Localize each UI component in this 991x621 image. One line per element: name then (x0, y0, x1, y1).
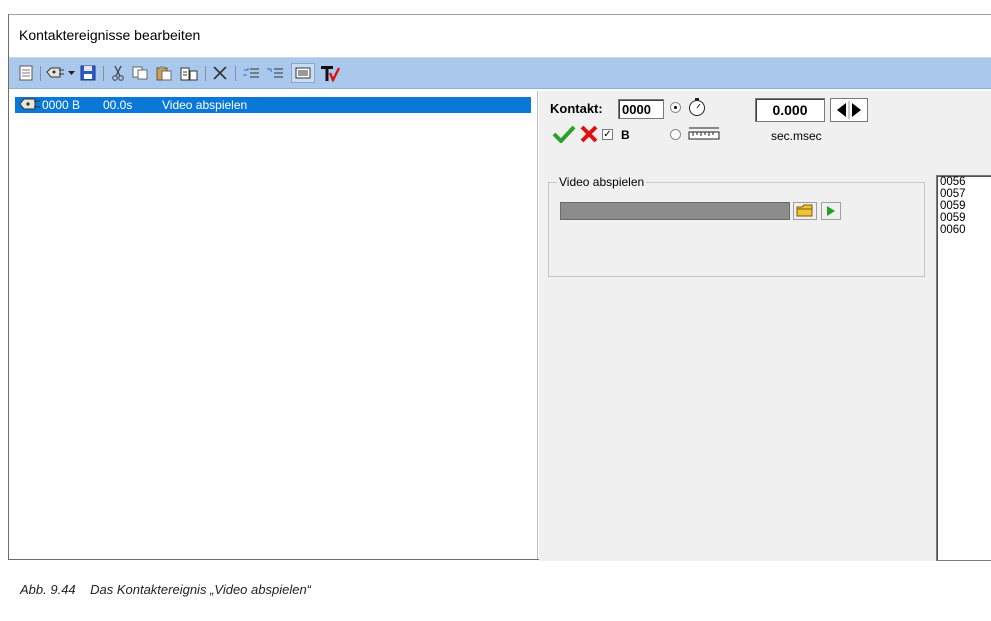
window-title: Kontaktereignisse bearbeiten (19, 27, 201, 43)
list-item[interactable]: 0057 (937, 188, 991, 200)
play-icon[interactable] (821, 202, 841, 220)
event-list: 0000 B 00.0s Video abspielen (11, 91, 538, 559)
video-path-field[interactable] (560, 202, 790, 220)
save-icon[interactable] (79, 63, 97, 83)
kontakt-label: Kontakt: (550, 101, 603, 116)
confirm-check-icon[interactable] (552, 125, 576, 148)
list-item[interactable]: 0000 B 00.0s Video abspielen (15, 97, 531, 113)
b-label: B (621, 128, 630, 142)
distance-mode-radio[interactable] (670, 129, 681, 140)
outdent-icon[interactable] (265, 63, 285, 83)
video-group: Video abspielen (548, 176, 925, 277)
row-action: Video abspielen (162, 98, 248, 112)
contact-add-icon[interactable] (46, 63, 66, 83)
dropdown-arrow-icon[interactable] (67, 63, 76, 83)
toolbar (9, 57, 991, 89)
paste-icon[interactable] (155, 63, 173, 83)
time-unit-label: sec.msec (771, 129, 822, 143)
stopwatch-icon (687, 97, 707, 122)
contact-event-icon (19, 97, 41, 114)
time-spinner[interactable] (830, 98, 868, 122)
text-tool-icon[interactable] (319, 63, 341, 83)
arrow-right-icon (852, 103, 861, 117)
list-item[interactable]: 0056 (937, 176, 991, 188)
group-title: Video abspielen (557, 175, 647, 189)
delete-icon[interactable] (211, 63, 229, 83)
copy-icon[interactable] (131, 63, 149, 83)
row-time: 00.0s (103, 98, 133, 112)
folder-icon[interactable] (793, 202, 817, 220)
list-item[interactable]: 0059 (937, 212, 991, 224)
ruler-icon (687, 125, 721, 146)
figure-number: Abb. 9.44 (20, 582, 76, 597)
figure-caption: Abb. 9.44 Das Kontaktereignis „Video abs… (20, 582, 311, 597)
figure-text: Das Kontaktereignis „Video abspielen“ (90, 582, 312, 597)
indent-icon[interactable] (241, 63, 261, 83)
cancel-x-icon[interactable] (579, 125, 599, 148)
list-view-icon[interactable] (291, 63, 315, 83)
paste-special-icon[interactable] (179, 63, 199, 83)
title-bar: Kontaktereignisse bearbeiten (9, 15, 991, 55)
new-doc-icon[interactable] (17, 63, 35, 83)
cut-icon[interactable] (109, 63, 127, 83)
list-item[interactable]: 0059 (937, 200, 991, 212)
row-id: 0000 B (42, 98, 81, 112)
b-checkbox[interactable]: ✓ (602, 129, 613, 140)
dialog-window: Kontaktereignisse bearbeiten 0000 B 00.0… (8, 14, 991, 561)
event-editor: Kontakt: 0000 0.000 ✓ B sec.msec Video a… (539, 91, 991, 561)
time-input[interactable]: 0.000 (755, 98, 825, 122)
arrow-left-icon (837, 103, 846, 117)
kontakt-input[interactable]: 0000 (618, 99, 664, 119)
timer-mode-radio[interactable] (670, 102, 681, 113)
list-item[interactable]: 0060 (937, 224, 991, 236)
number-list[interactable]: 0056 0057 0059 0059 0060 (936, 175, 991, 561)
